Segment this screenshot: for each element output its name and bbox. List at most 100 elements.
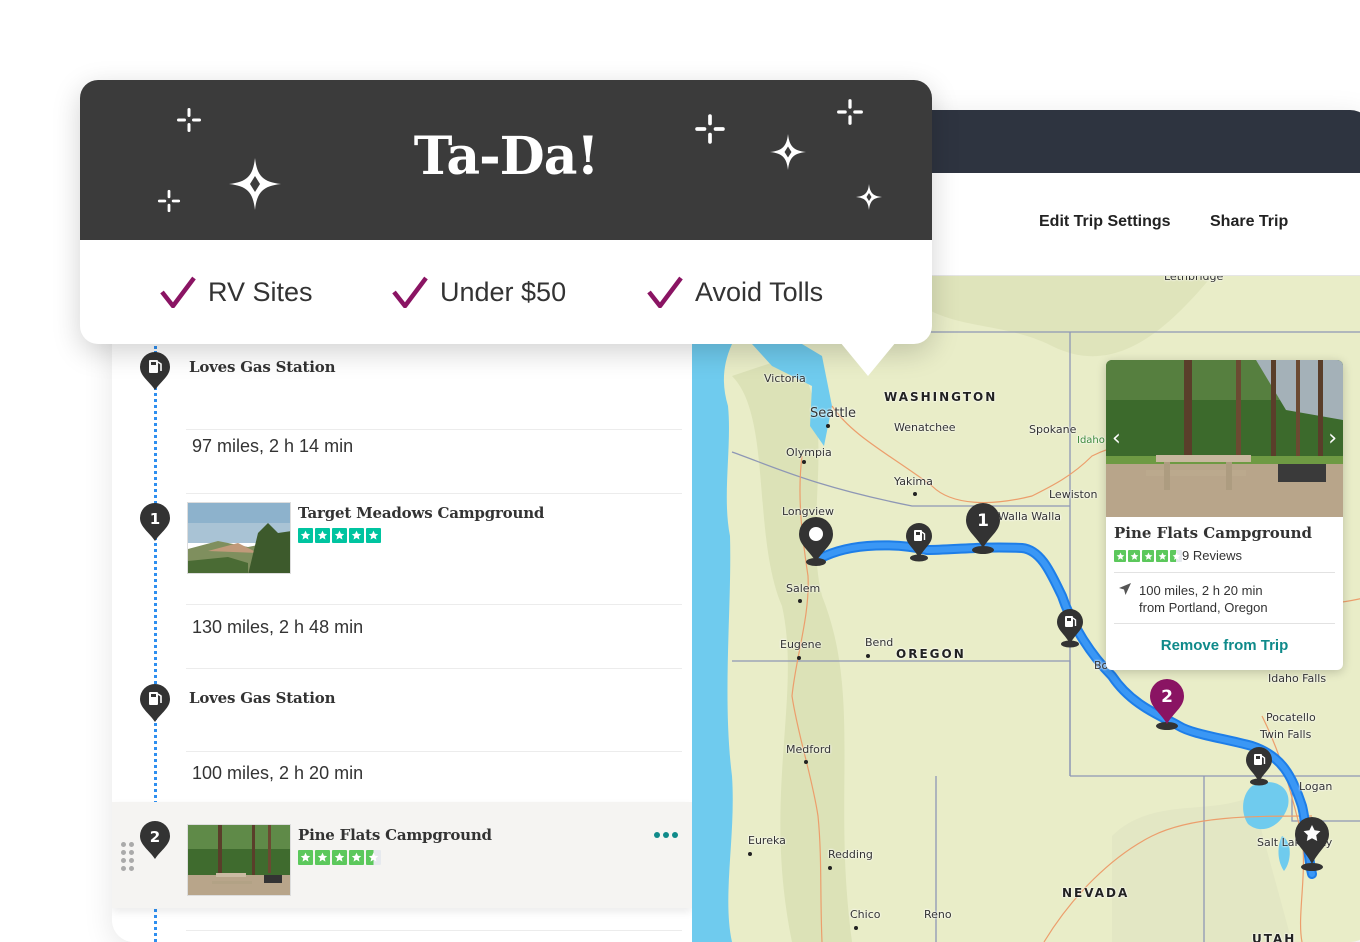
svg-text:2: 2 (1161, 687, 1173, 707)
speech-bubble-tail (840, 342, 896, 376)
edit-trip-settings-button[interactable]: Edit Trip Settings (1039, 213, 1171, 231)
filter-label: Avoid Tolls (695, 276, 824, 307)
star-icon (332, 528, 347, 543)
star-icon (1128, 550, 1140, 562)
popup-campground-title: Pine Flats Campground (1114, 524, 1313, 542)
stop-title: Loves Gas Station (189, 358, 336, 376)
map-city-label: Seattle (810, 406, 857, 421)
map-city-label: Medford (786, 743, 832, 756)
gas-station-marker[interactable] (904, 522, 934, 562)
navigation-arrow-icon (1119, 583, 1131, 595)
end-marker[interactable] (1293, 816, 1331, 872)
remove-from-trip-button[interactable]: Remove from Trip (1106, 637, 1343, 654)
star-icon (298, 850, 313, 865)
applied-filters: RV Sites Under $50 Avoid Tolls (80, 240, 932, 344)
filter-label: RV Sites (208, 276, 313, 307)
map-city-label: Bend (865, 636, 894, 649)
divider (1114, 623, 1335, 624)
itinerary-stop-campground-selected[interactable]: 2 Pine Flats Campground (112, 802, 692, 908)
map-state-label: OREGON (896, 647, 966, 661)
star-icon (349, 850, 364, 865)
drag-handle-icon[interactable] (121, 842, 134, 871)
star-icon (349, 528, 364, 543)
leg-distance: 97 miles, 2 h 14 min (192, 436, 354, 456)
stop-1-marker[interactable]: 1 (964, 502, 1002, 554)
itinerary-stop-gas[interactable]: Loves Gas Station (112, 346, 692, 426)
itinerary-stop-campground[interactable]: 1 Target Meadows Campground (112, 494, 692, 604)
map-state-label: NEVADA (1062, 886, 1130, 900)
stop-number-pin: 2 (139, 820, 171, 860)
map-city-label: Yakima (894, 475, 933, 488)
map-city-label: Wenatchee (894, 421, 956, 434)
star-icon (332, 850, 347, 865)
tada-title: Ta-Da! (413, 126, 600, 187)
sparkle-icon (856, 184, 882, 210)
carousel-prev-button[interactable]: ‹ (1112, 426, 1121, 451)
gas-station-marker[interactable] (1055, 608, 1085, 648)
map-city-label: Olympia (786, 446, 832, 459)
tada-banner: Ta-Da! (80, 80, 932, 240)
star-icon (1114, 550, 1126, 562)
itinerary-list: Loves Gas Station 97 miles, 2 h 14 min 1… (112, 276, 692, 942)
map-city-label: Eureka (748, 834, 786, 847)
svg-text:1: 1 (150, 510, 160, 528)
sparkle-icon (836, 98, 864, 126)
campground-photo-carousel[interactable]: ‹ › (1106, 360, 1343, 517)
map-city-label: Redding (828, 848, 873, 861)
more-options-button[interactable] (654, 832, 678, 838)
stop-number-pin: 1 (139, 502, 171, 542)
filter-rv-sites: RV Sites (160, 276, 313, 308)
divider (1114, 572, 1335, 573)
filter-under-50: Under $50 (392, 276, 566, 308)
leg-distance: 130 miles, 2 h 48 min (192, 617, 364, 637)
checkmark-icon (392, 276, 428, 308)
sparkle-icon (157, 189, 181, 213)
star-icon (1142, 550, 1154, 562)
map-city-label: Eugene (780, 638, 822, 651)
divider (186, 604, 682, 605)
city-dot (798, 599, 802, 603)
city-dot (826, 424, 830, 428)
divider (186, 751, 682, 752)
map-city-label: Reno (924, 908, 952, 921)
divider (186, 429, 682, 430)
half-star-icon (366, 850, 381, 865)
campground-popup-card: ‹ › Pine Flats Campground 9 Reviews 100 … (1106, 360, 1343, 670)
campground-photo[interactable] (187, 824, 291, 896)
review-count[interactable]: 9 Reviews (1182, 548, 1242, 563)
gas-pump-icon (139, 683, 171, 723)
checkmark-icon (647, 276, 683, 308)
city-dot (804, 760, 808, 764)
star-icon (315, 850, 330, 865)
leg-distance: 100 miles, 2 h 20 min (192, 763, 364, 783)
map-city-label: Spokane (1029, 423, 1077, 436)
carousel-next-button[interactable]: › (1328, 426, 1337, 451)
gas-station-marker[interactable] (1244, 746, 1274, 786)
distance-from-origin: 100 miles, 2 h 20 min from Portland, Ore… (1139, 582, 1268, 616)
stop-title: Pine Flats Campground (298, 826, 492, 844)
checkmark-icon (160, 276, 196, 308)
city-dot (913, 492, 917, 496)
divider (186, 930, 682, 931)
city-dot (802, 460, 806, 464)
map-city-label: Idaho Falls (1268, 672, 1327, 685)
share-trip-button[interactable]: Share Trip (1210, 213, 1288, 231)
svg-text:1: 1 (977, 511, 989, 531)
campground-photo[interactable] (187, 502, 291, 574)
city-dot (828, 866, 832, 870)
map-city-label: Walla Walla (998, 510, 1062, 523)
itinerary-stop-gas[interactable]: Loves Gas Station (112, 669, 692, 751)
map-state-label: WASHINGTON (884, 390, 998, 404)
map-city-label: Chico (850, 908, 881, 921)
city-dot (854, 926, 858, 930)
map-city-label: Lethbridge (1164, 276, 1224, 283)
star-rating (298, 850, 381, 865)
map-state-label: UTAH (1252, 932, 1297, 942)
stop-2-marker-selected[interactable]: 2 (1148, 678, 1186, 730)
map-city-label: Logan (1299, 780, 1333, 793)
start-marker[interactable] (797, 516, 835, 566)
gas-pump-icon (139, 351, 171, 391)
stop-title: Target Meadows Campground (298, 504, 545, 522)
city-dot (866, 654, 870, 658)
tada-confirmation-card: Ta-Da! RV Sites Under $50 Avoid Tolls (80, 80, 932, 376)
